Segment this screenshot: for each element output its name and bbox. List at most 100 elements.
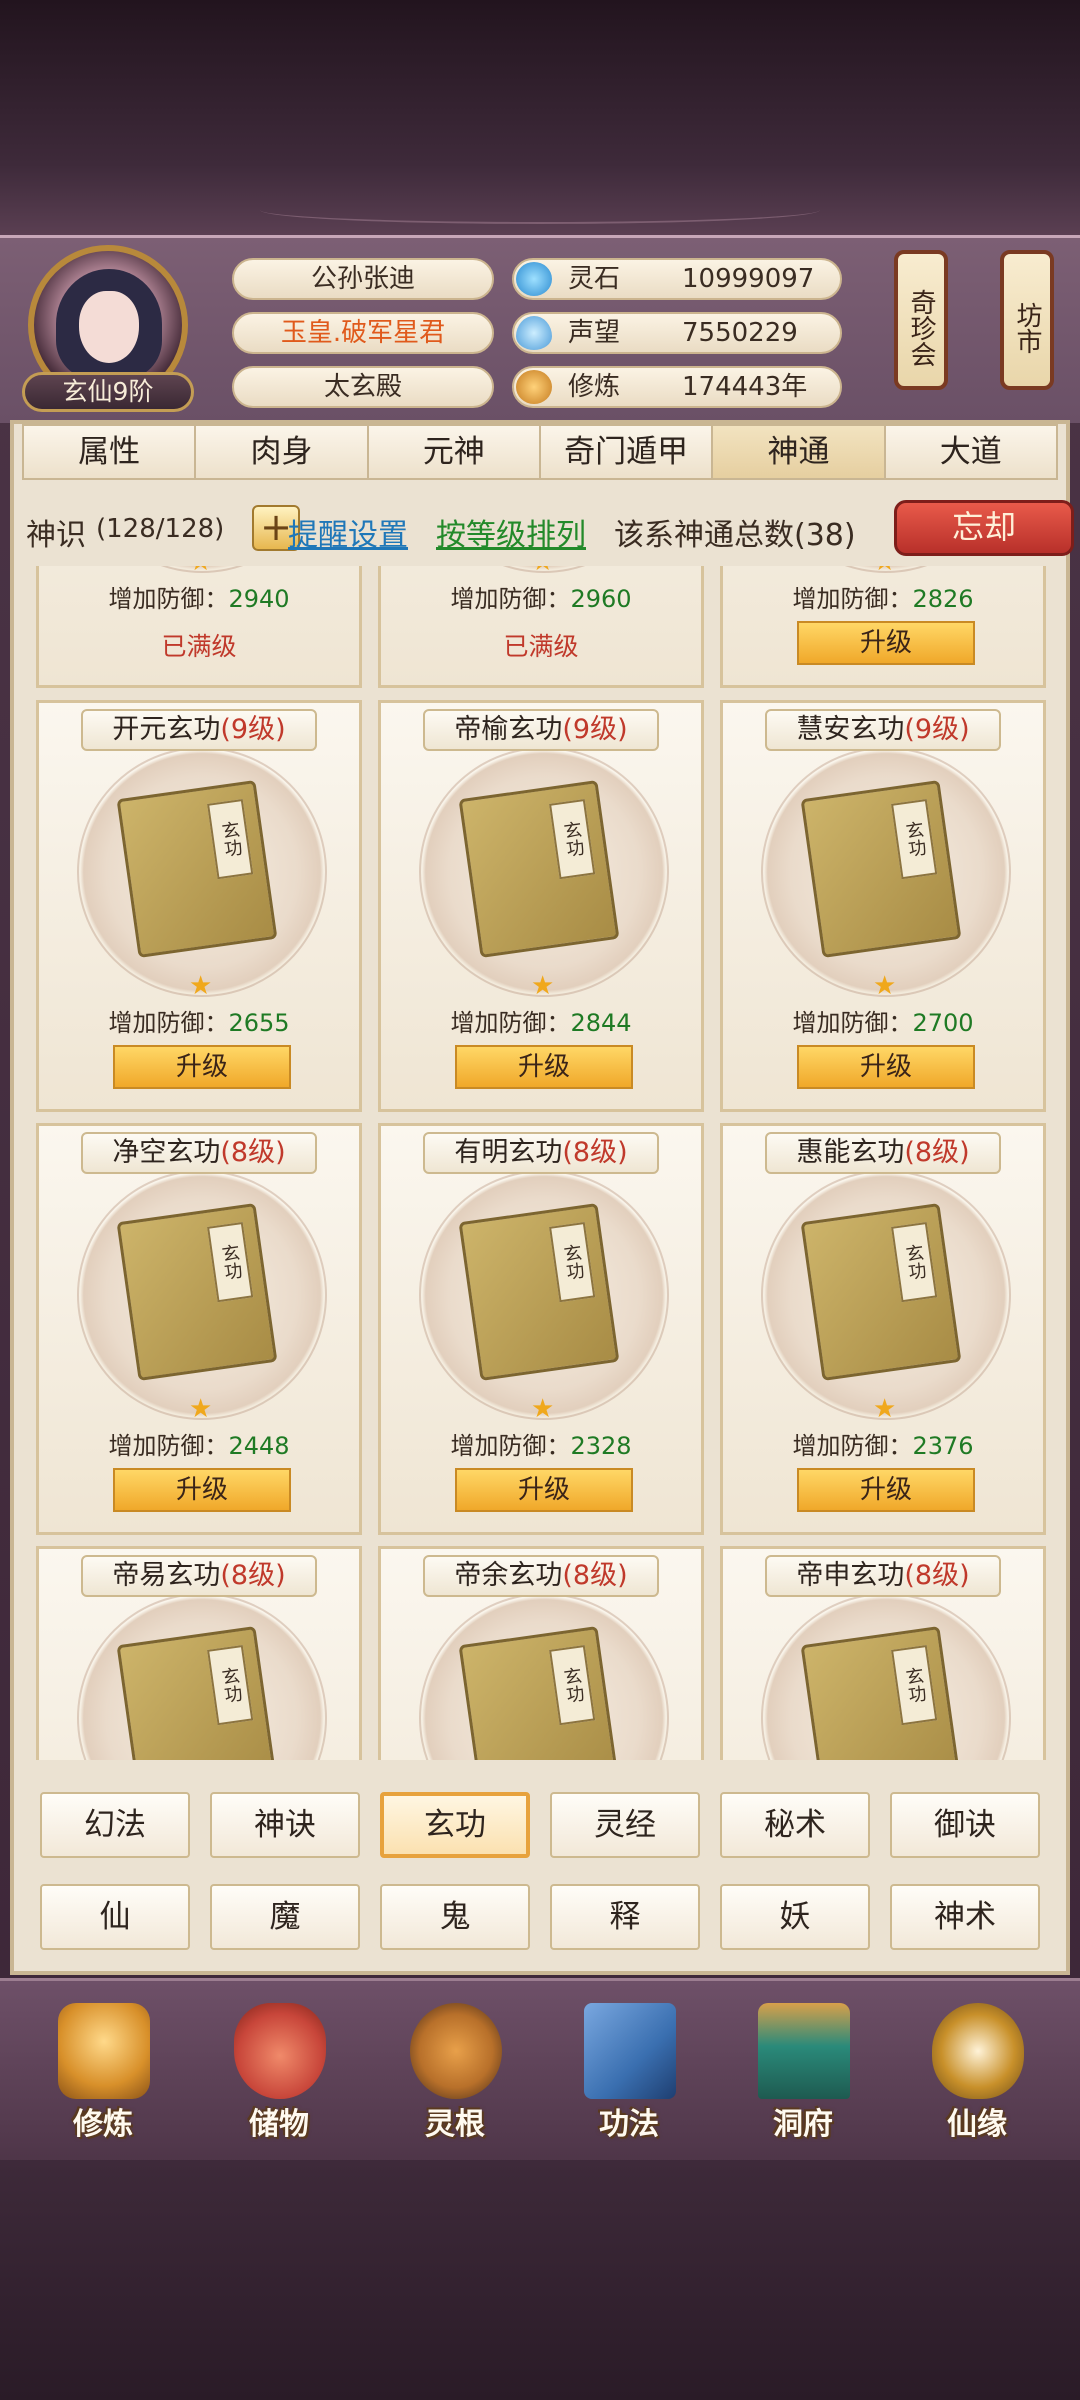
- category-illusion[interactable]: 幻法: [40, 1792, 190, 1858]
- upgrade-button[interactable]: 升级: [797, 1468, 975, 1512]
- upgrade-button[interactable]: 升级: [455, 1468, 633, 1512]
- category-demon[interactable]: 魔: [210, 1884, 360, 1950]
- book-icon: 玄功: [116, 1203, 278, 1381]
- skill-title: 帝榆玄功(9级): [423, 709, 659, 751]
- skill-card[interactable]: ★ 增加防御：2940 已满级: [36, 566, 362, 688]
- skills-toolbar: 神识 (128/128) + 提醒设置 按等级排列 该系神通总数(38) 忘却: [26, 500, 1074, 562]
- skill-card[interactable]: 玄功 净空玄功(8级) ★ 增加防御：2448 升级: [36, 1123, 362, 1535]
- book-icon: 玄功: [458, 780, 620, 958]
- defense-stat: 增加防御：2655: [108, 1009, 290, 1037]
- category-control-art[interactable]: 御诀: [890, 1792, 1040, 1858]
- nav-label: 洞府: [773, 2107, 833, 2142]
- nav-label: 仙缘: [947, 2107, 1007, 2142]
- category-mystic-skill[interactable]: 玄功: [380, 1792, 530, 1858]
- sense-value: (128/128): [96, 514, 225, 544]
- defense-stat: 增加防御：2328: [450, 1432, 632, 1460]
- skill-card[interactable]: 玄功 帝榆玄功(9级) ★ 增加防御：2844 升级: [378, 700, 704, 1112]
- star-icon: ★: [531, 971, 555, 1001]
- upgrade-button[interactable]: 升级: [113, 1468, 291, 1512]
- tab-divine-powers[interactable]: 神通: [711, 424, 884, 480]
- defense-stat: 增加防御：2448: [108, 1432, 290, 1460]
- defense-stat: 增加防御：2940: [108, 585, 290, 613]
- skill-title: 慧安玄功(9级): [765, 709, 1001, 751]
- nav-label: 储物: [249, 2107, 309, 2142]
- star-icon: ★: [531, 566, 554, 577]
- upgrade-button[interactable]: 升级: [797, 1045, 975, 1089]
- upgrade-button[interactable]: 升级: [113, 1045, 291, 1089]
- nav-cave-dwelling[interactable]: 洞府: [738, 1995, 868, 2155]
- defense-stat: 增加防御：2844: [450, 1009, 632, 1037]
- book-icon: 玄功: [800, 1203, 962, 1381]
- player-name: 公孙张迪: [232, 258, 494, 300]
- immortal-fate-icon: [932, 2003, 1024, 2099]
- category-secret-art[interactable]: 秘术: [720, 1792, 870, 1858]
- nav-immortal-fate[interactable]: 仙缘: [912, 1995, 1042, 2155]
- tab-body[interactable]: 肉身: [194, 424, 367, 480]
- skill-card[interactable]: 玄功 慧安玄功(9级) ★ 增加防御：2700 升级: [720, 700, 1046, 1112]
- skill-card[interactable]: 玄功 帝申玄功(8级): [720, 1546, 1046, 1760]
- skill-grid[interactable]: ★ 增加防御：2940 已满级 ★ 增加防御：2960 已满级 ★ 增加防御：2…: [26, 566, 1056, 1760]
- resource-spirit-stone: 灵石 10999097: [512, 258, 842, 300]
- resource-value: 174443年: [682, 372, 808, 402]
- upgrade-button[interactable]: 升级: [455, 1045, 633, 1089]
- skill-card[interactable]: 玄功 帝余玄功(8级): [378, 1546, 704, 1760]
- category-divine-technique[interactable]: 神术: [890, 1884, 1040, 1950]
- book-icon: 玄功: [116, 1626, 278, 1760]
- max-level-label: 已满级: [161, 632, 237, 661]
- resource-reputation: 声望 7550229: [512, 312, 842, 354]
- spirit-root-icon: [410, 2003, 502, 2099]
- skill-title: 帝易玄功(8级): [81, 1555, 317, 1597]
- rank-badge: 玄仙9阶: [22, 372, 194, 412]
- tab-qimen[interactable]: 奇门遁甲: [538, 424, 712, 480]
- nav-technique[interactable]: 功法: [564, 1995, 694, 2155]
- forget-button[interactable]: 忘却: [894, 500, 1074, 556]
- avatar-face: [79, 291, 139, 363]
- category-ghost[interactable]: 鬼: [380, 1884, 530, 1950]
- skill-card[interactable]: 玄功 有明玄功(8级) ★ 增加防御：2328 升级: [378, 1123, 704, 1535]
- skill-card[interactable]: ★ 增加防御：2826 升级: [720, 566, 1046, 688]
- category-spirit-scripture[interactable]: 灵经: [550, 1792, 700, 1858]
- bottom-background: [0, 2160, 1080, 2400]
- meditation-icon: [516, 370, 552, 404]
- star-icon: ★: [189, 566, 212, 577]
- sort-by-level-link[interactable]: 按等级排列: [436, 510, 586, 554]
- skill-card[interactable]: 玄功 开元玄功(9级) ★ 增加防御：2655 升级: [36, 700, 362, 1112]
- player-title[interactable]: 玉皇.破军星君: [232, 312, 494, 354]
- resource-value: 10999097: [682, 264, 815, 294]
- top-ornament: [260, 196, 820, 224]
- star-icon: ★: [873, 971, 897, 1001]
- skill-card[interactable]: ★ 增加防御：2960 已满级: [378, 566, 704, 688]
- skill-title: 帝申玄功(8级): [765, 1555, 1001, 1597]
- market-button[interactable]: 坊市: [1000, 250, 1054, 390]
- star-icon: ★: [873, 1394, 897, 1424]
- skill-card[interactable]: 玄功 惠能玄功(8级) ★ 增加防御：2376 升级: [720, 1123, 1046, 1535]
- treasure-fair-button[interactable]: 奇珍会: [894, 250, 948, 390]
- defense-stat: 增加防御：2700: [792, 1009, 974, 1037]
- remind-settings-link[interactable]: 提醒设置: [288, 510, 408, 554]
- technique-book-icon: [584, 2003, 676, 2099]
- tab-spirit[interactable]: 元神: [366, 424, 539, 480]
- tab-attributes[interactable]: 属性: [22, 424, 195, 480]
- book-icon: 玄功: [800, 1626, 962, 1760]
- nav-storage[interactable]: 储物: [214, 1995, 344, 2155]
- category-buddhist[interactable]: 释: [550, 1884, 700, 1950]
- upgrade-button[interactable]: 升级: [797, 621, 975, 665]
- resource-name: 修炼: [568, 372, 621, 402]
- category-immortal[interactable]: 仙: [40, 1884, 190, 1950]
- defense-stat: 增加防御：2826: [792, 585, 974, 613]
- star-icon: ★: [873, 566, 896, 577]
- defense-stat: 增加防御：2376: [792, 1432, 974, 1460]
- resource-cultivation: 修炼 174443年: [512, 366, 842, 408]
- star-icon: ★: [189, 1394, 213, 1424]
- tab-dao[interactable]: 大道: [883, 424, 1058, 480]
- nav-spirit-root[interactable]: 灵根: [390, 1995, 520, 2155]
- nav-cultivate[interactable]: 修炼: [38, 1995, 168, 2155]
- skill-title: 帝余玄功(8级): [423, 1555, 659, 1597]
- resource-name: 灵石: [568, 264, 621, 294]
- storage-bag-icon: [234, 2003, 326, 2099]
- category-monster[interactable]: 妖: [720, 1884, 870, 1950]
- nav-label: 功法: [599, 2107, 659, 2142]
- skill-card[interactable]: 玄功 帝易玄功(8级): [36, 1546, 362, 1760]
- category-divine-art[interactable]: 神诀: [210, 1792, 360, 1858]
- book-icon: 玄功: [458, 1626, 620, 1760]
